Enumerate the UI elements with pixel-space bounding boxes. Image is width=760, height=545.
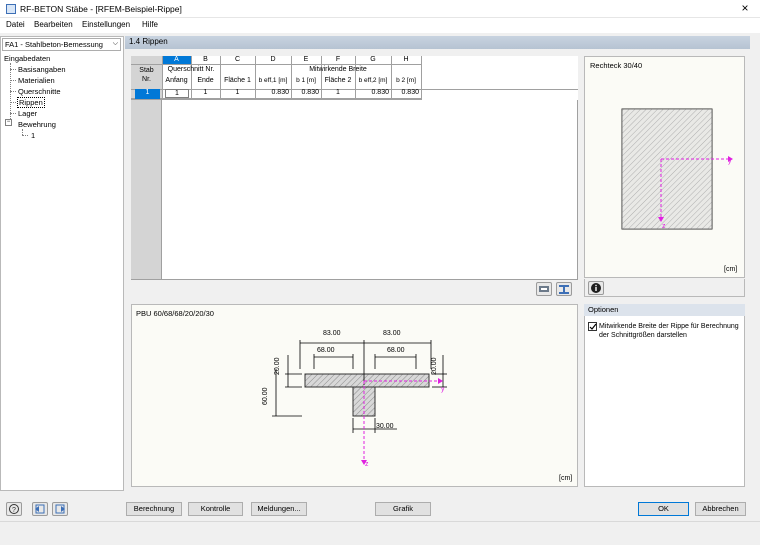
col-header-flaeche2: Fläche 2 — [324, 77, 352, 84]
options-title: Optionen — [584, 304, 745, 316]
collapse-icon[interactable]: − — [5, 119, 12, 126]
tree-item-materialien[interactable]: Materialien — [18, 76, 55, 85]
col-letter-a[interactable]: A — [162, 56, 191, 63]
dim-eff-right: 83.00 — [383, 330, 401, 337]
import-button[interactable] — [32, 502, 48, 516]
status-bar — [0, 521, 760, 545]
close-button[interactable]: × — [738, 1, 752, 15]
dim-b-right: 68.00 — [387, 347, 405, 354]
cell-b2[interactable]: 0.830 — [391, 89, 419, 96]
graphic-axis-y: y — [441, 386, 445, 393]
help-button[interactable]: ? — [6, 502, 22, 516]
col-letter-g[interactable]: G — [355, 56, 391, 63]
tree-item-querschnitte[interactable]: Querschnitte — [18, 87, 61, 96]
menu-bearbeiten[interactable]: Bearbeiten — [34, 20, 73, 29]
col-letter-h[interactable]: H — [391, 56, 421, 63]
dim-web: 30.00 — [376, 423, 394, 430]
cell-ende[interactable]: 1 — [191, 89, 220, 96]
menu-datei[interactable]: Datei — [6, 20, 25, 29]
section-title: 1.4 Rippen — [125, 36, 750, 49]
graphic-axis-z: z — [365, 461, 369, 468]
col-letter-c[interactable]: C — [220, 56, 255, 63]
stab-header-1: Stab — [139, 67, 154, 74]
meldungen-button[interactable]: Meldungen... — [251, 502, 307, 516]
dim-height: 60.00 — [262, 387, 269, 405]
cell-flaeche2[interactable]: 1 — [321, 89, 355, 96]
tree-item-lager[interactable]: Lager — [18, 109, 37, 118]
group-mitwirkende-breite: Mitwirkende Breite — [309, 66, 367, 73]
stab-header-2: Nr. — [142, 76, 151, 83]
options-checkbox[interactable] — [588, 322, 597, 331]
app-icon — [6, 4, 16, 14]
berechnung-button[interactable]: Berechnung — [126, 502, 182, 516]
col-header-b1: b 1 [m] — [296, 77, 316, 84]
dim-eff-left: 83.00 — [323, 330, 341, 337]
graphic-panel: PBU 60/68/68/20/20/30 83.00 83.00 68.00 … — [131, 304, 578, 487]
case-select[interactable]: FA1 - Stahlbeton-Bemessung ⌵ — [2, 38, 121, 51]
cross-section-drawing — [621, 108, 733, 230]
col-letter-b[interactable]: B — [191, 56, 220, 63]
svg-text:?: ? — [12, 507, 16, 514]
menu-einstellungen[interactable]: Einstellungen — [82, 20, 130, 29]
title-bar: RF-BETON Stäbe - [RFEM-Beispiel-Rippe] × — [0, 0, 760, 18]
cell-flaeche1[interactable]: 1 — [220, 89, 255, 96]
section-view-button[interactable] — [556, 282, 572, 296]
tree-item-bewehrung[interactable]: Bewehrung — [18, 120, 56, 129]
kontrolle-button[interactable]: Kontrolle — [188, 502, 243, 516]
table-toolbar — [131, 279, 578, 296]
cell-beff2[interactable]: 0.830 — [355, 89, 389, 96]
col-letter-f[interactable]: F — [321, 56, 355, 63]
col-header-beff1: b eff,1 [m] — [258, 77, 288, 84]
export-button[interactable] — [52, 502, 68, 516]
tree-item-rippen[interactable]: Rippen — [17, 97, 45, 108]
window-title: RF-BETON Stäbe - [RFEM-Beispiel-Rippe] — [20, 4, 182, 14]
chevron-down-icon: ⌵ — [112, 40, 118, 47]
case-select-value: FA1 - Stahlbeton-Bemessung — [5, 40, 103, 49]
tbeam-drawing — [272, 340, 447, 465]
cell-b1[interactable]: 0.830 — [291, 89, 319, 96]
abbrechen-button[interactable]: Abbrechen — [695, 502, 746, 516]
menu-hilfe[interactable]: Hilfe — [142, 20, 158, 29]
tree-item-bewehrung-1[interactable]: 1 — [31, 131, 35, 140]
axis-z-label: z — [662, 223, 666, 230]
dim-b-left: 68.00 — [317, 347, 335, 354]
export-icon — [55, 504, 65, 514]
options-checkbox-label[interactable]: Mitwirkende Breite der Rippe für Berechn… — [599, 322, 741, 340]
dim-h-left: 20.00 — [274, 357, 281, 375]
cross-section-toolbar — [584, 279, 745, 297]
ibeam-icon — [559, 285, 569, 294]
col-header-ende: Ende — [197, 77, 214, 84]
dim-h-right: 20.00 — [431, 357, 438, 375]
cross-section-unit: [cm] — [724, 266, 738, 273]
col-header-b2: b 2 [m] — [396, 77, 416, 84]
tree-item-basisangaben[interactable]: Basisangaben — [18, 65, 66, 74]
cell-beff1[interactable]: 0.830 — [255, 89, 289, 96]
menu-bar: Datei Bearbeiten Einstellungen Hilfe — [0, 18, 760, 33]
table-settings-button[interactable] — [536, 282, 552, 296]
col-header-flaeche1: Fläche 1 — [224, 77, 251, 84]
help-icon: ? — [9, 504, 19, 514]
cross-section-panel: Rechteck 30/40 y z [cm] — [584, 56, 745, 278]
table-settings-icon — [539, 286, 549, 292]
row-stab-number[interactable]: 1 — [135, 89, 160, 99]
tree-root[interactable]: Eingabedaten — [4, 54, 50, 63]
col-letter-d[interactable]: D — [255, 56, 291, 63]
col-letter-e[interactable]: E — [291, 56, 321, 63]
table-row[interactable]: 1 1 1 1 0.830 0.830 1 0.830 0.830 — [131, 89, 421, 99]
info-button[interactable] — [588, 281, 604, 295]
group-querschnitt: Querschnitt Nr. — [167, 66, 215, 73]
row-header-empty — [131, 100, 162, 279]
col-header-beff2: b eff,2 [m] — [358, 77, 388, 84]
cell-anfang[interactable]: 1 — [165, 89, 189, 98]
checkmark-icon — [589, 323, 597, 330]
info-icon — [591, 283, 601, 293]
grafik-button[interactable]: Grafik — [375, 502, 431, 516]
col-header-anfang: Anfang — [165, 77, 188, 84]
graphic-unit: [cm] — [559, 475, 573, 482]
import-icon — [35, 504, 45, 514]
ok-button[interactable]: OK — [638, 502, 689, 516]
axis-y-label: y — [728, 158, 732, 165]
